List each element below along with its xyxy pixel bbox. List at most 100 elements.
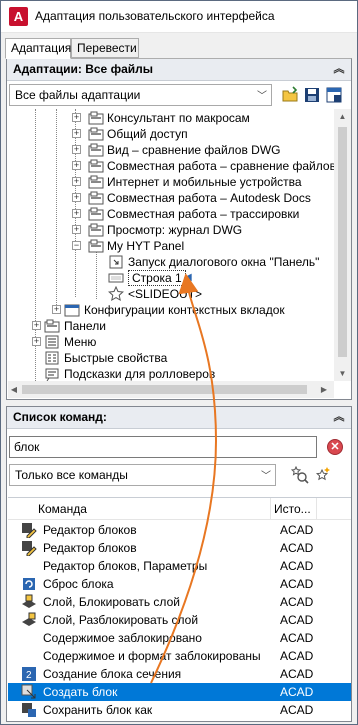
toolbar-icon [88,142,104,158]
command-list-panel: Список команд: ︽ блок ✕ Только все коман… [6,406,352,722]
tree-node[interactable]: + Вид – сравнение файлов DWG [8,142,334,158]
collapse-up-icon[interactable]: ︽ [332,62,346,76]
clear-search-icon[interactable]: ✕ [327,439,343,455]
expand-plus-icon[interactable]: + [72,145,81,154]
scroll-thumb[interactable] [338,127,347,357]
tree-node[interactable]: + Совместная работа – трассировки [8,206,334,222]
command-search-input[interactable]: блок [9,436,317,458]
column-source[interactable]: Исто... [274,502,311,516]
command-name: Сброс блока [43,577,114,591]
tree-node[interactable]: + Конфигурации контекстных вкладок [8,302,334,318]
tab-customize[interactable]: Адаптация [5,38,71,59]
expand-plus-icon[interactable]: + [32,321,41,330]
tree-node[interactable]: + Меню [8,334,334,350]
tree-node[interactable]: Запуск диалогового окна "Панель" [8,254,334,270]
tree-node[interactable]: − My HYT Panel [8,238,334,254]
command-filter-select[interactable]: Только все команды ﹀ [9,464,276,486]
tree-node-label: Быстрые свойства [64,351,168,365]
save-icon[interactable] [303,86,321,104]
tree-node[interactable]: + Совместная работа – сравнение файлов DW [8,158,334,174]
command-source: ACAD [280,523,314,537]
collapse-minus-icon[interactable]: − [72,241,81,250]
scroll-right-icon[interactable]: ▶ [318,385,330,394]
command-source: ACAD [280,595,314,609]
tree-node-label: Строка 1 [128,270,186,286]
command-row[interactable]: Редактор блоков ACAD [8,539,351,557]
command-row[interactable]: 2 Создание блока сечения ACAD [8,665,351,683]
command-name: Слой, Блокировать слой [43,595,180,609]
command-name: Содержимое заблокировано [43,631,202,645]
tree-node-label: Меню [64,335,97,349]
block-table-icon [21,720,37,721]
expand-plus-icon[interactable]: + [72,225,81,234]
tree-node-label: Просмотр: журнал DWG [107,223,243,237]
toolbar-icon [88,190,104,206]
collapse-up-icon[interactable]: ︽ [332,410,346,424]
tab-transfer[interactable]: Перевести [71,38,139,58]
tree-node[interactable]: + Совместная работа – Autodesk Docs [8,190,334,206]
command-name: Редактор блоков [43,541,137,555]
toolbar-icon [88,126,104,142]
command-row[interactable]: Редактор блоков, Параметры ACAD [8,557,351,575]
scroll-left-icon[interactable]: ◀ [8,385,20,394]
tree-node[interactable]: + Интернет и мобильные устройства [8,174,334,190]
svg-text:2: 2 [26,670,32,681]
command-source: ACAD [280,577,314,591]
expand-plus-icon[interactable]: + [32,337,41,346]
create-command-icon[interactable] [313,466,331,484]
command-source: ACAD [280,667,314,681]
autocad-a-icon: A [9,7,28,26]
tree-node[interactable]: <SLIDEOUT> [8,285,334,302]
command-row[interactable]: Слой, Разблокировать слой ACAD [8,611,351,629]
command-name: Создание блока сечения [43,667,182,681]
command-list-title: Список команд: [13,410,107,424]
chevron-down-icon: ﹀ [257,91,267,102]
tree-node-label: Конфигурации контекстных вкладок [84,303,285,317]
expand-plus-icon[interactable]: + [52,305,61,314]
customizations-title: Адаптации: Все файлы [13,62,153,76]
expand-plus-icon[interactable]: + [72,161,81,170]
tree-node[interactable]: + Просмотр: журнал DWG [8,222,334,238]
command-row[interactable]: Содержимое и формат заблокированы ACAD [8,647,351,665]
customization-file-select[interactable]: Все файлы адаптации ﹀ [9,84,272,106]
column-command[interactable]: Команда [38,502,87,516]
command-row[interactable]: Сохранить блок как ACAD [8,701,351,719]
expand-plus-icon[interactable]: + [72,113,81,122]
command-row[interactable]: Сброс блока ACAD [8,575,351,593]
save-block-icon [21,702,37,718]
expand-plus-icon[interactable]: + [72,209,81,218]
open-file-icon[interactable] [281,86,299,104]
command-row[interactable]: Слой, Блокировать слой ACAD [8,593,351,611]
tree-node-label: Интернет и мобильные устройства [107,175,302,189]
tree-node[interactable]: Строка 1 ◀ [8,270,334,286]
command-row[interactable]: Таблица блоковACAD [8,719,351,721]
hscroll-thumb[interactable] [22,385,307,394]
create-block-icon [21,684,37,700]
command-row[interactable]: Содержимое заблокировано ACAD [8,629,351,647]
tree-node-label: Консультант по макросам [107,111,250,125]
tree-node-label: Панели [64,319,106,333]
command-row[interactable]: Создать блок ACAD [8,683,351,701]
block-editor-icon [21,522,37,539]
expand-plus-icon[interactable]: + [72,193,81,202]
tree-node[interactable]: Быстрые свойства [8,350,334,366]
tree-node[interactable]: + Панели [8,318,334,334]
command-row[interactable]: Редактор блоков ACAD [8,521,351,539]
chevron-down-icon: ﹀ [261,471,271,482]
tree-node[interactable]: Подсказки для ролловеров [8,366,334,381]
tree-node-label: Запуск диалогового окна "Панель" [128,255,320,269]
tree-node[interactable]: + Общий доступ [8,126,334,142]
tree-horizontal-scrollbar[interactable]: ◀ ▶ [8,381,334,398]
tree-vertical-scrollbar[interactable]: ▲ ▼ [334,109,351,381]
command-table-header: Команда Исто... [8,498,351,520]
expand-plus-icon[interactable]: + [72,129,81,138]
scroll-up-icon[interactable]: ▲ [334,112,351,121]
tree-node[interactable]: + Консультант по макросам [8,110,334,126]
toolbar-icon [88,110,104,126]
command-name: Слой, Разблокировать слой [43,613,199,627]
find-command-icon[interactable] [291,466,309,484]
expand-plus-icon[interactable]: + [72,177,81,186]
display-filter-icon[interactable] [325,86,343,104]
scroll-down-icon[interactable]: ▼ [334,369,351,378]
toolbar-icon [88,158,104,174]
